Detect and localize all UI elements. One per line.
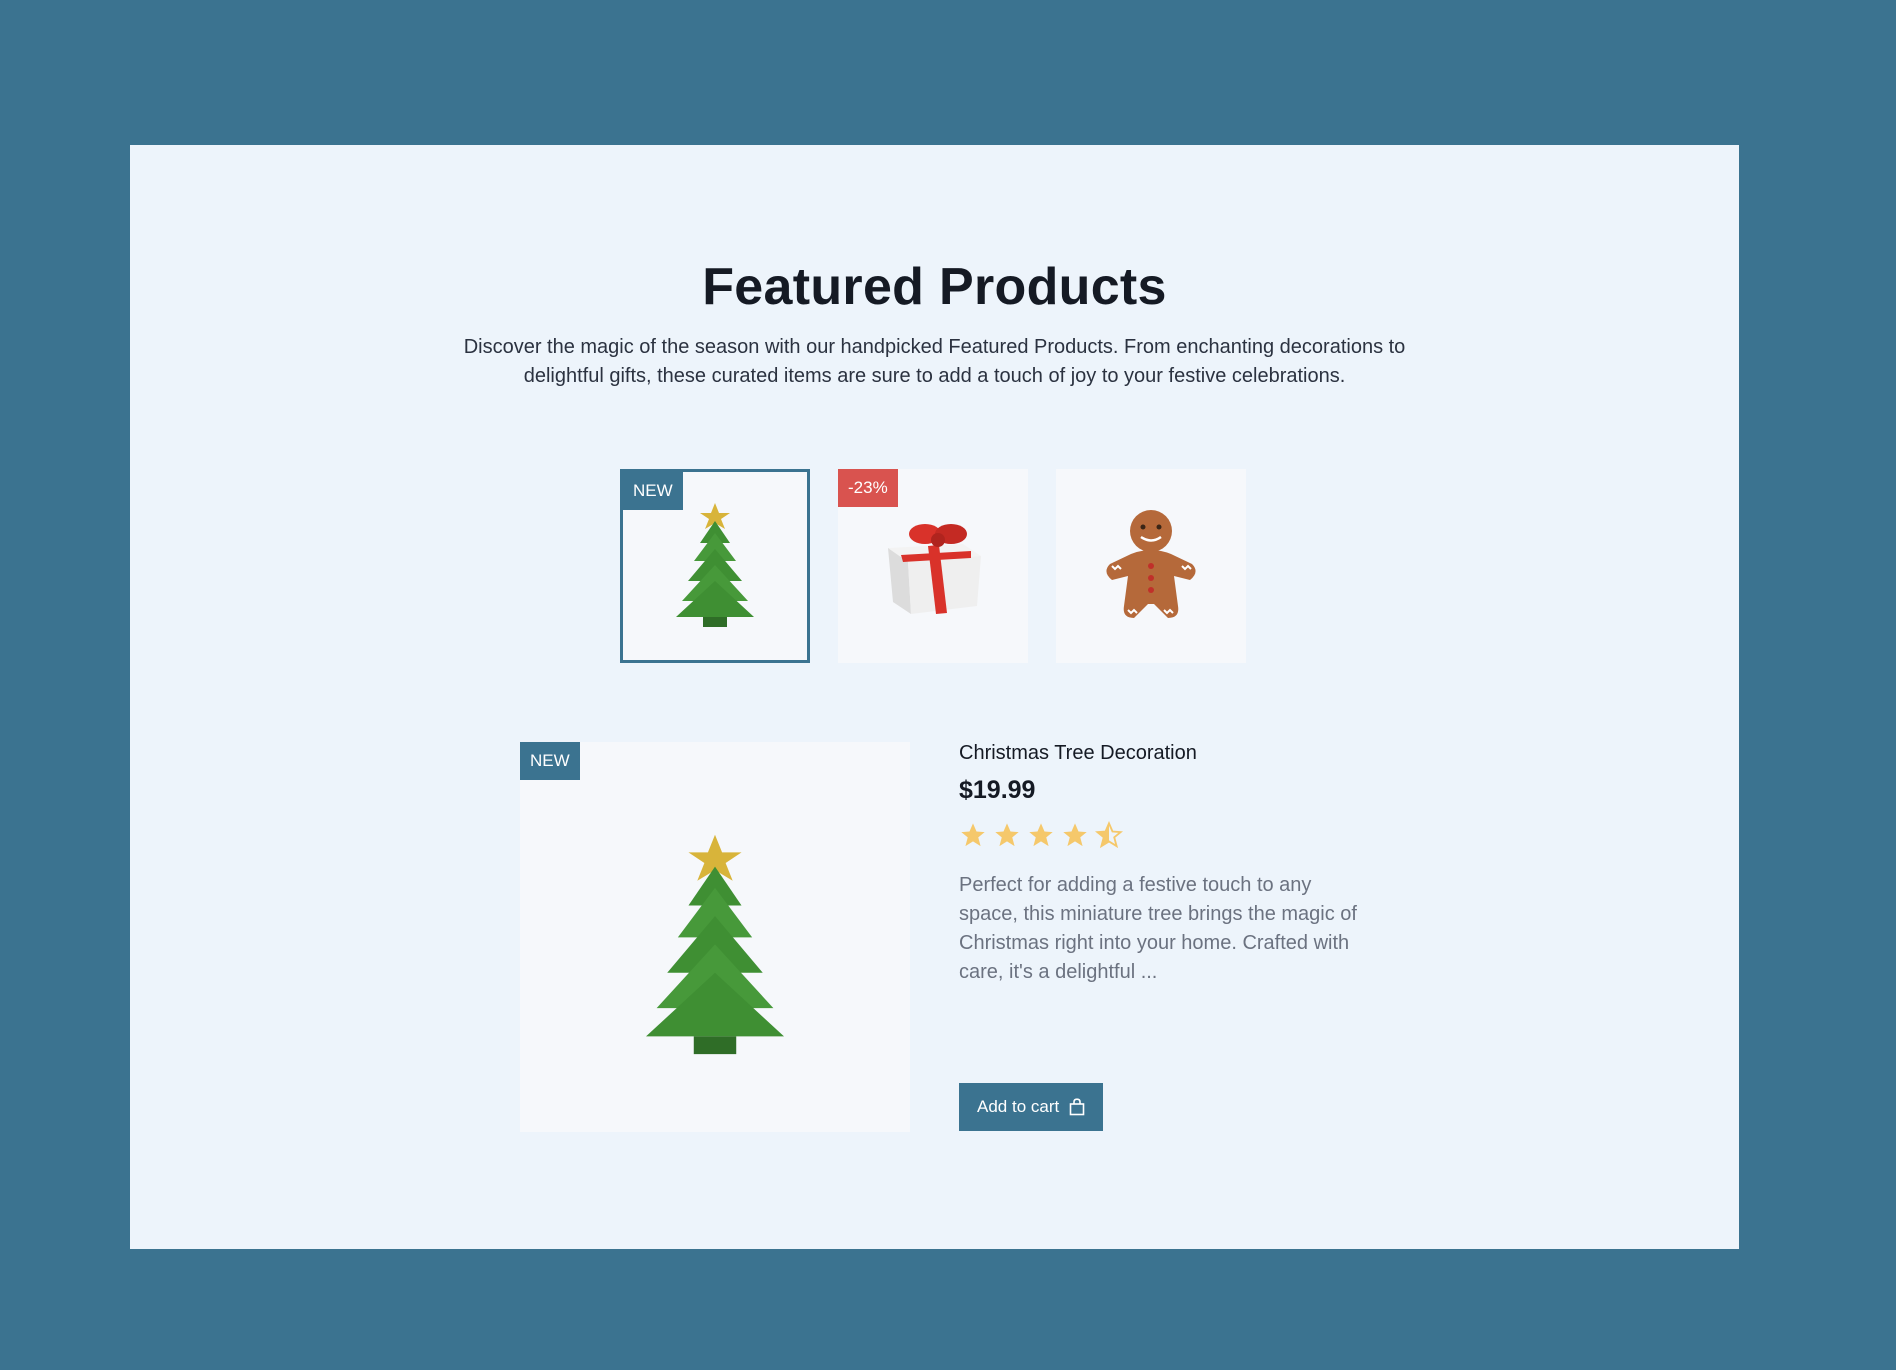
christmas-tree-icon [646,834,784,1055]
product-description: Perfect for adding a festive touch to an… [959,874,1357,983]
product-price: $19.99 [959,776,1036,804]
star-icon [995,823,1019,847]
product-image: NEW [520,742,910,1132]
gift-box-icon [888,524,981,614]
add-to-cart-label: Add to cart [977,1097,1060,1116]
discount-badge: -23% [838,469,898,507]
section-title: Featured Products [702,258,1167,316]
product-thumbnails: NEW -23% [620,469,1270,663]
gingerbread-man-icon [1106,510,1196,618]
new-badge: NEW [520,742,580,780]
add-to-cart-button[interactable]: Add to cart [959,1083,1104,1131]
star-icon [1029,823,1053,847]
thumbnail-gingerbread-man[interactable] [1056,469,1246,663]
product-name: Christmas Tree Decoration [959,742,1197,764]
christmas-tree-icon [676,503,754,627]
star-rating [959,821,1123,849]
new-badge: NEW [623,472,683,510]
half-star-icon [1095,821,1123,849]
star-icon [961,823,985,847]
section-subtitle: Discover the magic of the season with ou… [463,336,1406,387]
thumbnail-christmas-tree[interactable]: NEW [620,469,810,663]
star-icon [1063,823,1087,847]
shopping-bag-icon [1069,1098,1085,1116]
thumbnail-gift-box[interactable]: -23% [838,469,1028,663]
featured-products-section: Featured Products Discover the magic of … [130,145,1739,1249]
